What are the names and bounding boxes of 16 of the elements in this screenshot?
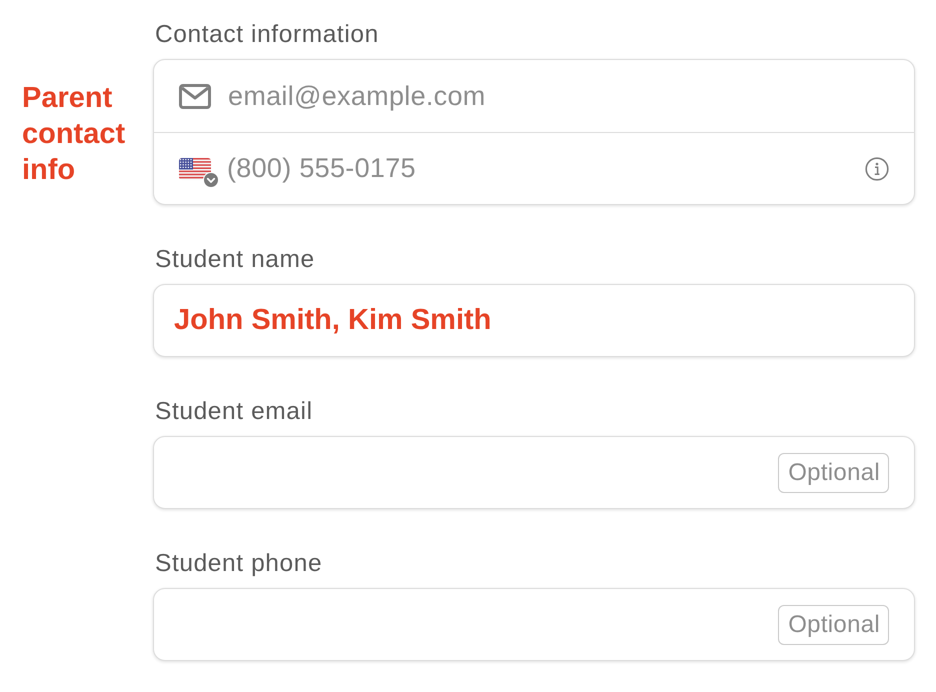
annotation-note: Parent contact info — [22, 81, 126, 188]
field-label: Student name — [155, 245, 315, 275]
field-label: Student email — [155, 397, 313, 427]
contact-input-group[interactable]: email@example.com (800) 555-0175 — [153, 59, 915, 205]
optional-tag: Optional — [778, 452, 889, 492]
phone-input[interactable]: (800) 555-0175 — [227, 133, 857, 204]
optional-tag: Optional — [778, 604, 889, 644]
field-label: Contact information — [155, 20, 379, 50]
email-input[interactable]: email@example.com — [228, 60, 914, 132]
text-input[interactable] — [153, 436, 915, 509]
envelope-icon — [179, 84, 211, 108]
flag-picker-icon[interactable] — [179, 158, 219, 188]
text-input[interactable]: John Smith, Kim Smith — [153, 284, 915, 357]
info-icon[interactable] — [865, 156, 889, 180]
field-label: Student phone — [155, 549, 322, 579]
text-input[interactable] — [153, 588, 915, 661]
